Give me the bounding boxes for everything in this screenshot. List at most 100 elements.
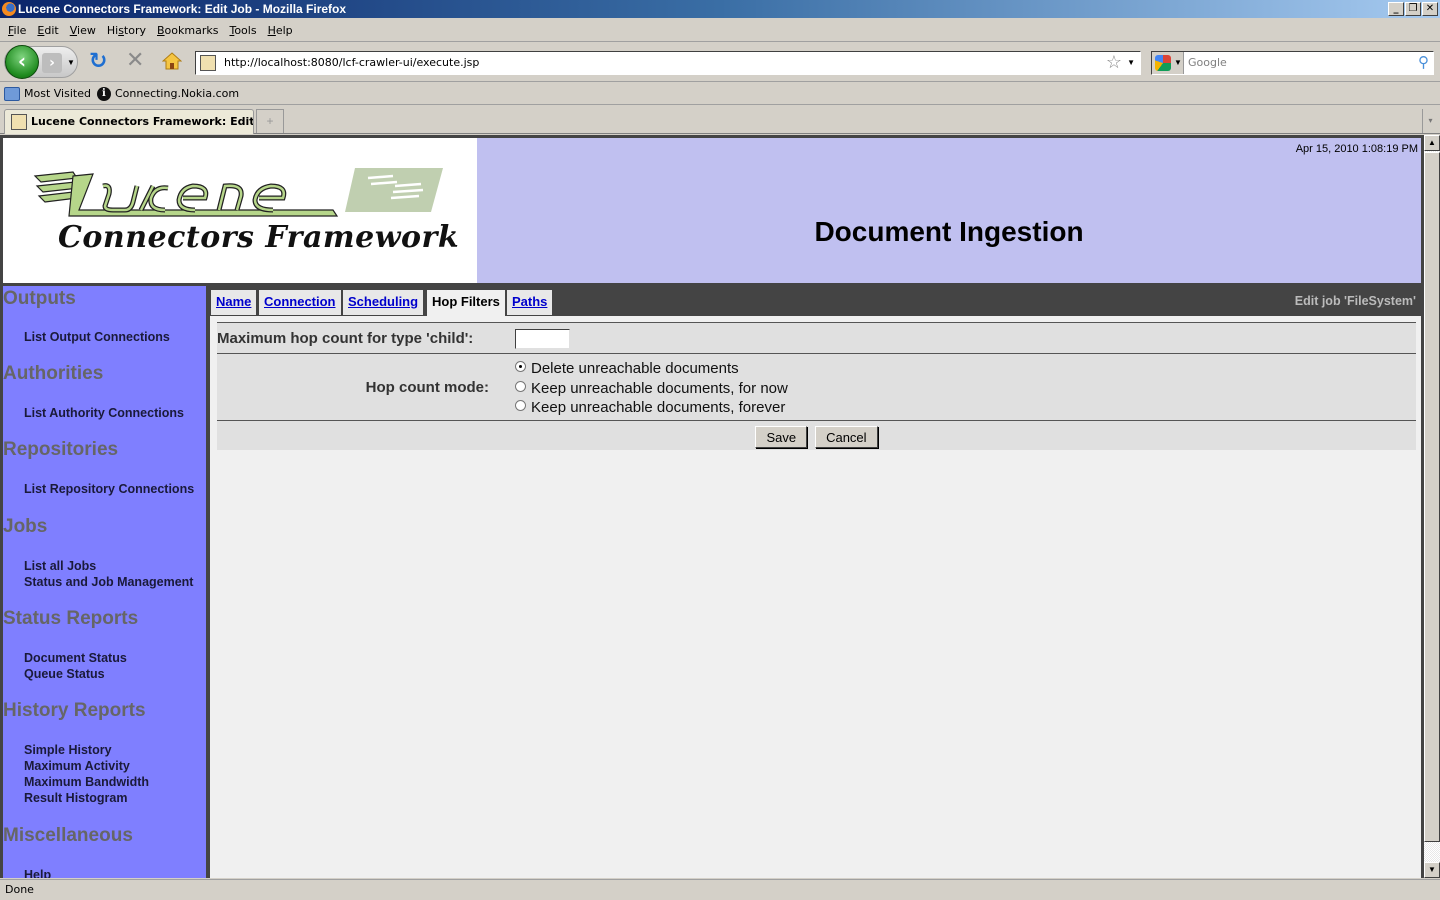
restore-button[interactable]: ❐: [1405, 2, 1421, 16]
search-bar[interactable]: ▼ Google ⚲: [1151, 51, 1434, 75]
window-controls: _ ❐ ✕: [1388, 2, 1438, 16]
sidebar-link-maximum-activity[interactable]: Maximum Activity: [3, 758, 130, 774]
sidebar-section-repositories: Repositories: [3, 439, 119, 460]
firefox-icon: [2, 2, 16, 16]
search-engine-selector[interactable]: ▼: [1152, 52, 1184, 74]
menu-bookmarks[interactable]: Bookmarks: [153, 24, 225, 37]
hop-mode-label: Hop count mode:: [365, 379, 489, 396]
radio-button-checked[interactable]: [515, 361, 526, 373]
web-page: Connectors Framework Apr 15, 2010 1:08:1…: [0, 135, 1424, 878]
job-tab-strip: Name Connection Scheduling Hop Filters P…: [210, 286, 1421, 316]
lucene-logo: [33, 168, 443, 217]
sidebar-link-list-all-jobs[interactable]: List all Jobs: [3, 558, 96, 574]
sidebar-link-help[interactable]: Help: [3, 867, 51, 878]
stop-icon: ✕: [126, 48, 145, 73]
navigation-toolbar: ‹ › ▼ ↻ ✕ http://localhost:8080/lcf-craw…: [0, 42, 1440, 82]
info-icon: i: [96, 86, 111, 101]
cancel-button[interactable]: Cancel: [815, 426, 878, 448]
tab-connection[interactable]: Connection: [258, 289, 342, 316]
reload-button[interactable]: ↻: [89, 51, 107, 73]
window-title-bar: Lucene Connectors Framework: Edit Job - …: [0, 0, 1440, 18]
url-text[interactable]: http://localhost:8080/lcf-crawler-ui/exe…: [224, 56, 479, 69]
menu-history[interactable]: History: [103, 24, 153, 37]
menu-tools[interactable]: Tools: [225, 24, 263, 37]
tab-paths[interactable]: Paths: [506, 289, 554, 316]
hop-mode-option-delete[interactable]: Delete unreachable documents: [515, 359, 788, 379]
scroll-down-arrow-icon[interactable]: ▼: [1424, 862, 1440, 878]
edit-job-title: Edit job 'FileSystem': [1294, 294, 1416, 308]
stop-button[interactable]: ✕: [126, 50, 144, 72]
sidebar-link-simple-history[interactable]: Simple History: [3, 742, 112, 758]
sidebar-link-list-output-connections[interactable]: List Output Connections: [3, 329, 170, 345]
menu-view[interactable]: View: [66, 24, 103, 37]
sidebar-navigation: Outputs List Output Connections Authorit…: [3, 286, 206, 878]
menu-help[interactable]: Help: [264, 24, 300, 37]
browser-tab-bar: Lucene Connectors Framework: Edit ... + …: [0, 106, 1440, 134]
sidebar-section-history-reports: History Reports: [3, 700, 146, 721]
radio-button[interactable]: [515, 380, 526, 392]
bookmarks-toolbar: Most Visited i Connecting.Nokia.com: [0, 83, 1440, 105]
header-date: Apr 15, 2010 1:08:19 PM: [1295, 143, 1418, 155]
sidebar-link-document-status[interactable]: Document Status: [3, 650, 127, 666]
folder-icon: [4, 86, 20, 101]
form-actions-row: Save Cancel: [217, 420, 1416, 450]
save-button[interactable]: Save: [755, 426, 808, 448]
logo-subtitle: Connectors Framework: [58, 220, 460, 255]
menu-file[interactable]: File: [4, 24, 33, 37]
browser-tab-active[interactable]: Lucene Connectors Framework: Edit ...: [4, 109, 254, 134]
forward-button[interactable]: ›: [42, 53, 62, 73]
home-button[interactable]: [161, 51, 183, 71]
bookmark-star-icon[interactable]: ☆: [1106, 52, 1122, 73]
sidebar-link-list-repository-connections[interactable]: List Repository Connections: [3, 481, 194, 497]
page-scrollbar[interactable]: ▲ ▼: [1424, 135, 1440, 878]
max-hop-label: Maximum hop count for type 'child':: [217, 330, 474, 347]
new-tab-button[interactable]: +: [256, 109, 284, 133]
sidebar-section-miscellaneous: Miscellaneous: [3, 825, 133, 846]
scrollbar-thumb[interactable]: [1424, 152, 1440, 842]
site-favicon-icon: [200, 55, 216, 71]
url-bar[interactable]: http://localhost:8080/lcf-crawler-ui/exe…: [195, 51, 1141, 75]
reload-icon: ↻: [89, 49, 108, 74]
sidebar-section-authorities: Authorities: [3, 363, 104, 384]
max-hop-row: Maximum hop count for type 'child':: [217, 322, 1416, 353]
hop-mode-row: Hop count mode: Delete unreachable docum…: [217, 353, 1416, 420]
sidebar-link-result-histogram[interactable]: Result Histogram: [3, 790, 128, 806]
radio-button[interactable]: [515, 400, 526, 412]
hop-mode-radio-group: Delete unreachable documents Keep unreac…: [503, 354, 788, 418]
menu-bar: File Edit View History Bookmarks Tools H…: [0, 20, 1440, 42]
sidebar-section-outputs: Outputs: [3, 288, 76, 309]
hop-mode-option-keep-for-now[interactable]: Keep unreachable documents, for now: [515, 379, 788, 399]
hop-mode-option-keep-forever[interactable]: Keep unreachable documents, forever: [515, 398, 788, 418]
home-icon: [161, 52, 183, 70]
search-input[interactable]: Google: [1188, 56, 1227, 69]
page-title: Document Ingestion: [814, 216, 1084, 247]
page-header: Apr 15, 2010 1:08:19 PM Document Ingesti…: [477, 138, 1421, 283]
window-title: Lucene Connectors Framework: Edit Job - …: [18, 2, 347, 16]
back-button[interactable]: ‹: [5, 45, 39, 79]
status-bar: Done: [0, 879, 1440, 900]
list-all-tabs-button[interactable]: ▾: [1422, 109, 1438, 133]
bookmark-connecting-nokia[interactable]: i Connecting.Nokia.com: [96, 86, 239, 101]
close-button[interactable]: ✕: [1422, 2, 1438, 16]
bookmark-most-visited[interactable]: Most Visited: [4, 86, 91, 101]
menu-edit[interactable]: Edit: [33, 24, 65, 37]
tab-name[interactable]: Name: [210, 289, 258, 316]
tab-favicon-icon: [11, 114, 27, 130]
max-hop-count-input[interactable]: [515, 329, 570, 349]
search-magnifier-icon[interactable]: ⚲: [1418, 53, 1429, 71]
scroll-up-arrow-icon[interactable]: ▲: [1424, 135, 1440, 151]
hop-filters-form: Maximum hop count for type 'child': Hop …: [217, 322, 1416, 450]
main-content: Name Connection Scheduling Hop Filters P…: [210, 286, 1421, 878]
sidebar-link-list-authority-connections[interactable]: List Authority Connections: [3, 405, 184, 421]
url-dropdown-icon[interactable]: ▼: [1127, 58, 1135, 67]
sidebar-section-jobs: Jobs: [3, 516, 48, 537]
tab-scheduling[interactable]: Scheduling: [342, 289, 425, 316]
sidebar-link-status-job-management[interactable]: Status and Job Management: [3, 574, 193, 590]
sidebar-link-queue-status[interactable]: Queue Status: [3, 666, 105, 682]
history-dropdown-icon[interactable]: ▼: [67, 58, 75, 67]
tab-hop-filters[interactable]: Hop Filters: [426, 289, 506, 316]
sidebar-link-maximum-bandwidth[interactable]: Maximum Bandwidth: [3, 774, 149, 790]
logo-area: Connectors Framework: [3, 138, 477, 283]
chevron-down-icon: ▼: [1174, 58, 1182, 67]
minimize-button[interactable]: _: [1388, 2, 1404, 16]
